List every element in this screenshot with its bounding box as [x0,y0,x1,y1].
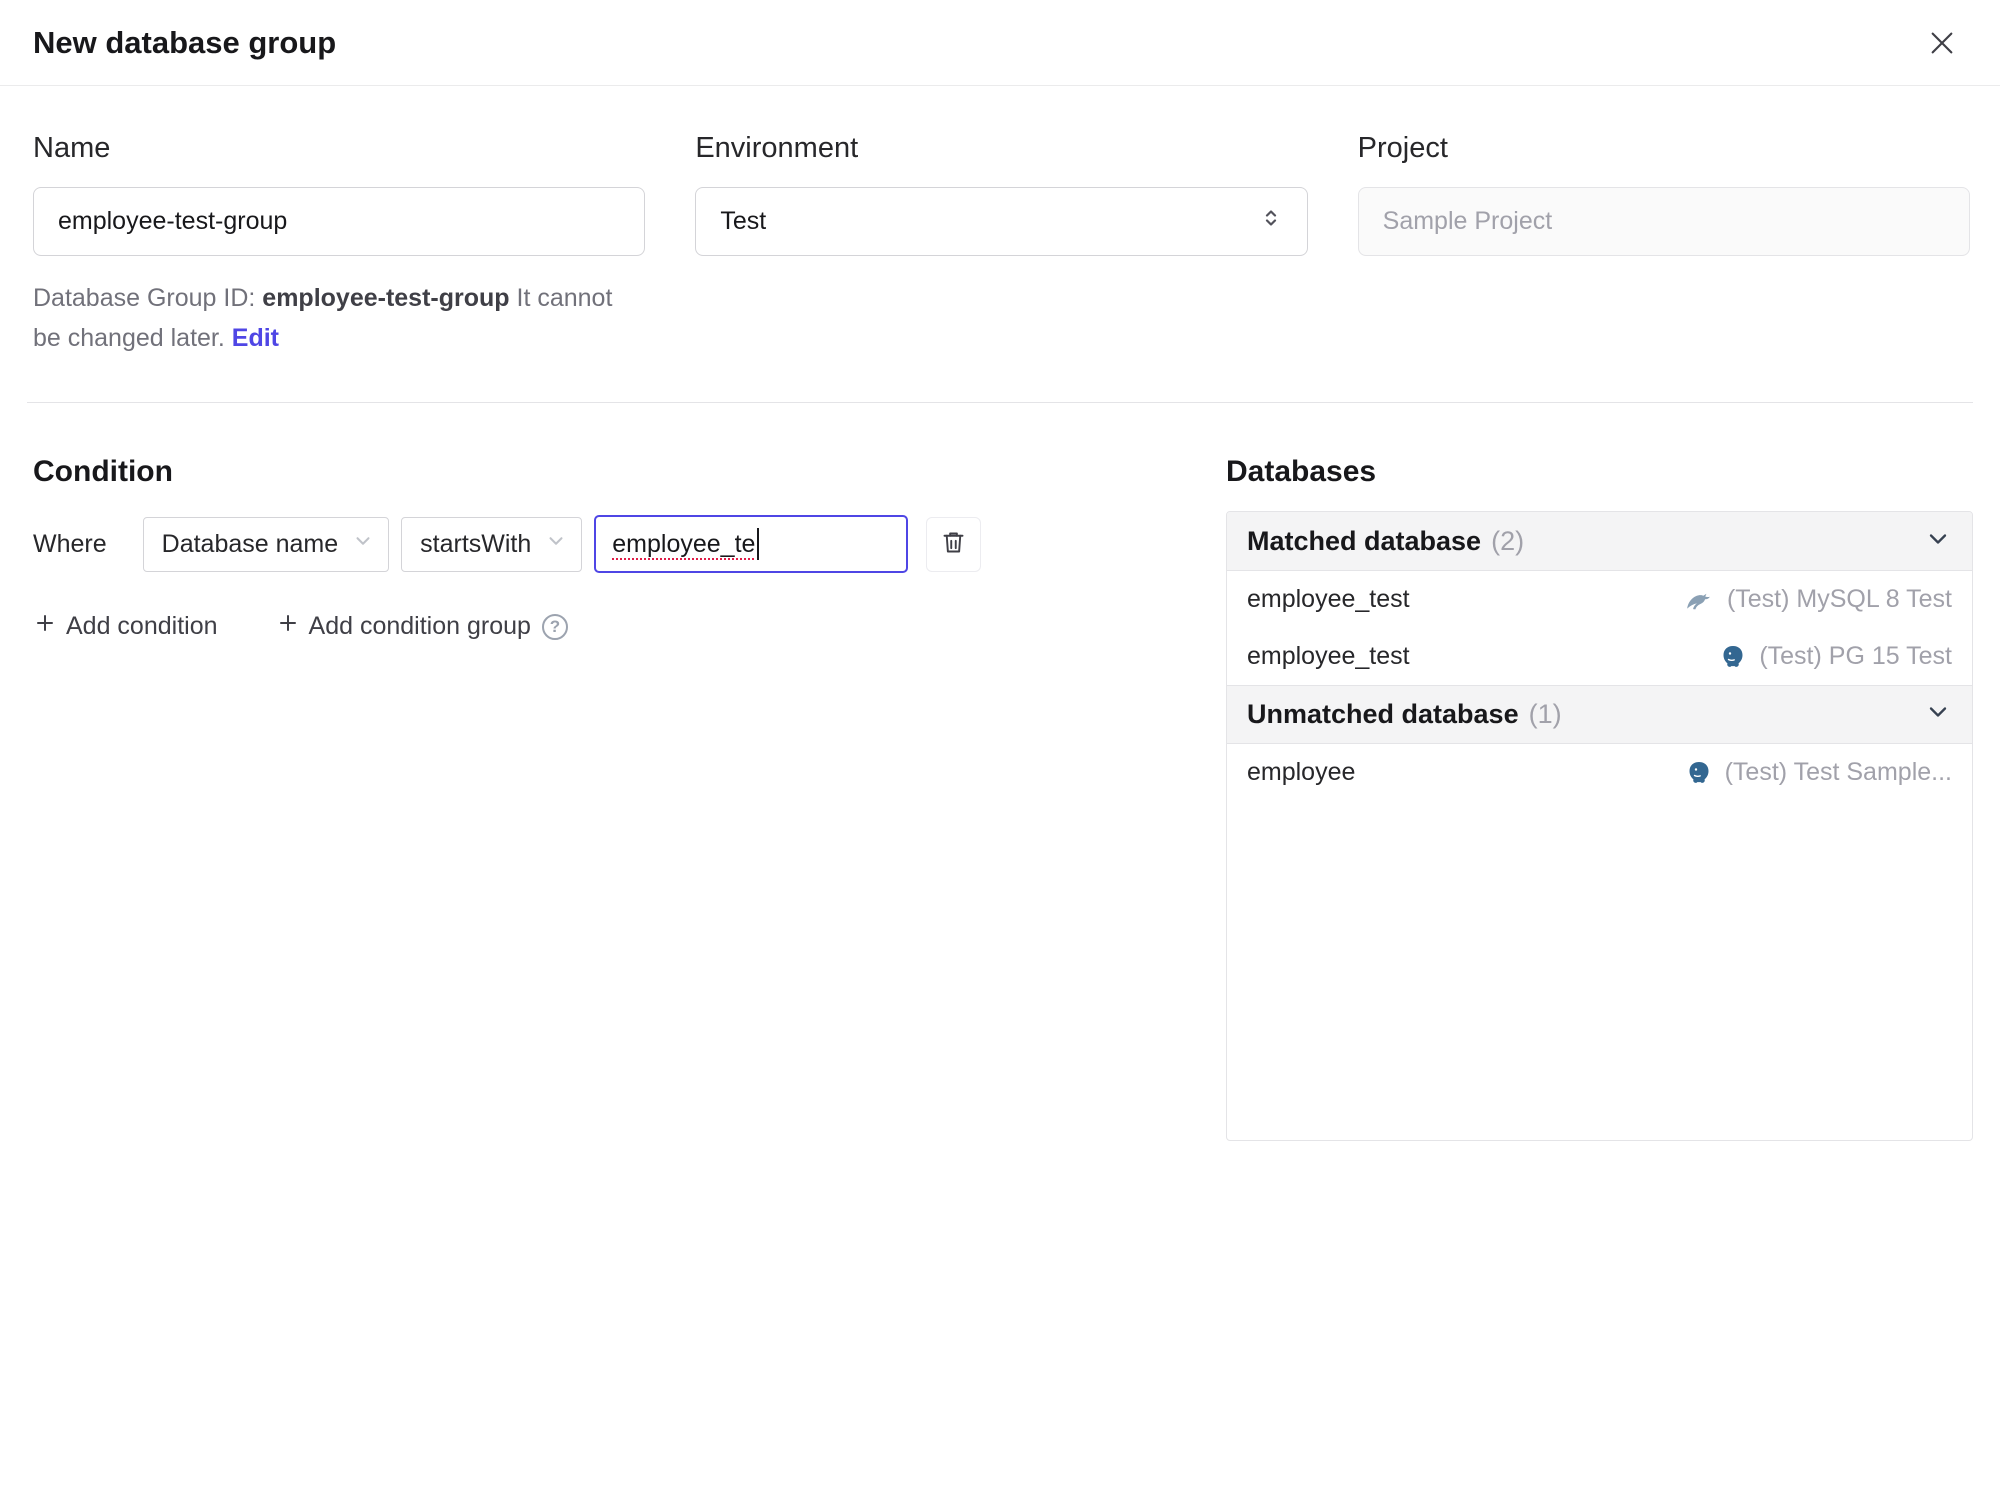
plus-icon [33,611,57,642]
condition-operator-select[interactable]: startsWith [401,516,583,572]
condition-operator-value: startsWith [420,529,532,558]
database-name: employee [1247,758,1356,786]
database-instance-label: (Test) MySQL 8 Test [1726,585,1952,613]
condition-actions: Add condition Add condition group ? [33,611,1166,642]
edit-link[interactable]: Edit [232,324,279,352]
group-id-helper: Database Group ID: employee-test-group I… [33,278,645,358]
add-condition-button[interactable]: Add condition [33,611,218,642]
page-title: New database group [33,24,337,60]
project-field-block: Project [1357,132,1970,358]
unmatched-database-label: Unmatched database [1247,699,1519,729]
delete-condition-button[interactable] [926,516,982,572]
name-input[interactable] [33,187,646,256]
databases-panel: Matched database (2) employee_test (Test)… [1226,511,1973,1141]
database-instance: (Test) Test Sample... [1685,758,1952,787]
where-label: Where [33,529,107,558]
project-label: Project [1357,132,1448,164]
group-id-value: employee-test-group [262,284,510,312]
condition-row: Where Database name startsWith employee_… [33,515,1166,573]
add-condition-group-button[interactable]: Add condition group ? [276,611,568,642]
add-condition-label: Add condition [66,612,218,640]
chevron-down-icon [352,530,374,559]
condition-factor-value: Database name [161,529,339,558]
matched-database-count: (2) [1491,525,1525,556]
project-input [1357,187,1970,256]
main-area: Condition Where Database name startsWith… [0,403,2000,1141]
text-caret [757,528,760,560]
environment-field-block: Environment Test [695,132,1308,358]
condition-value-input[interactable]: employee_te [594,515,909,573]
condition-factor-select[interactable]: Database name [142,516,390,572]
name-field-block: Name Database Group ID: employee-test-gr… [33,132,646,358]
matched-database-title: Matched database (2) [1247,526,1524,557]
name-label: Name [33,132,111,164]
condition-value-text: employee_te [612,529,756,558]
postgresql-icon [1719,643,1747,671]
database-row: employee (Test) Test Sample... [1227,744,1972,801]
database-name: employee_test [1247,642,1410,670]
environment-select[interactable]: Test [695,187,1308,256]
unmatched-database-title: Unmatched database (1) [1247,699,1562,730]
chevron-down-icon [545,530,567,559]
unmatched-database-count: (1) [1528,699,1562,729]
databases-heading: Databases [1226,455,1377,488]
environment-selected-value: Test [720,207,767,235]
database-name: employee_test [1247,585,1410,613]
matched-database-header[interactable]: Matched database (2) [1227,512,1972,571]
database-instance: (Test) PG 15 Test [1719,642,1952,671]
close-icon [1926,27,1958,59]
database-instance-label: (Test) Test Sample... [1724,758,1952,786]
condition-section: Condition Where Database name startsWith… [33,403,1226,642]
group-form: Name Database Group ID: employee-test-gr… [0,86,2000,358]
mysql-icon [1685,587,1715,613]
postgresql-icon [1685,759,1713,787]
help-icon[interactable]: ? [541,613,568,640]
database-row: employee_test (Test) MySQL 8 Test [1227,571,1972,628]
unmatched-database-header[interactable]: Unmatched database (1) [1227,685,1972,744]
chevron-down-icon [1924,698,1952,731]
trash-icon [940,529,967,559]
plus-icon [276,611,300,642]
database-instance-label: (Test) PG 15 Test [1759,642,1952,670]
chevron-up-down-icon [1259,206,1283,237]
database-row: employee_test (Test) PG 15 Test [1227,628,1972,685]
dialog-header: New database group [0,0,2000,86]
close-button[interactable] [1922,23,1962,63]
helper-prefix: Database Group ID: [33,284,263,312]
environment-label: Environment [695,132,859,164]
databases-section: Databases Matched database (2) employee_t… [1226,403,1973,1141]
database-instance: (Test) MySQL 8 Test [1685,585,1952,614]
chevron-down-icon [1924,525,1952,558]
matched-database-label: Matched database [1247,525,1482,556]
add-condition-group-label: Add condition group [308,612,531,640]
condition-heading: Condition [33,455,173,488]
